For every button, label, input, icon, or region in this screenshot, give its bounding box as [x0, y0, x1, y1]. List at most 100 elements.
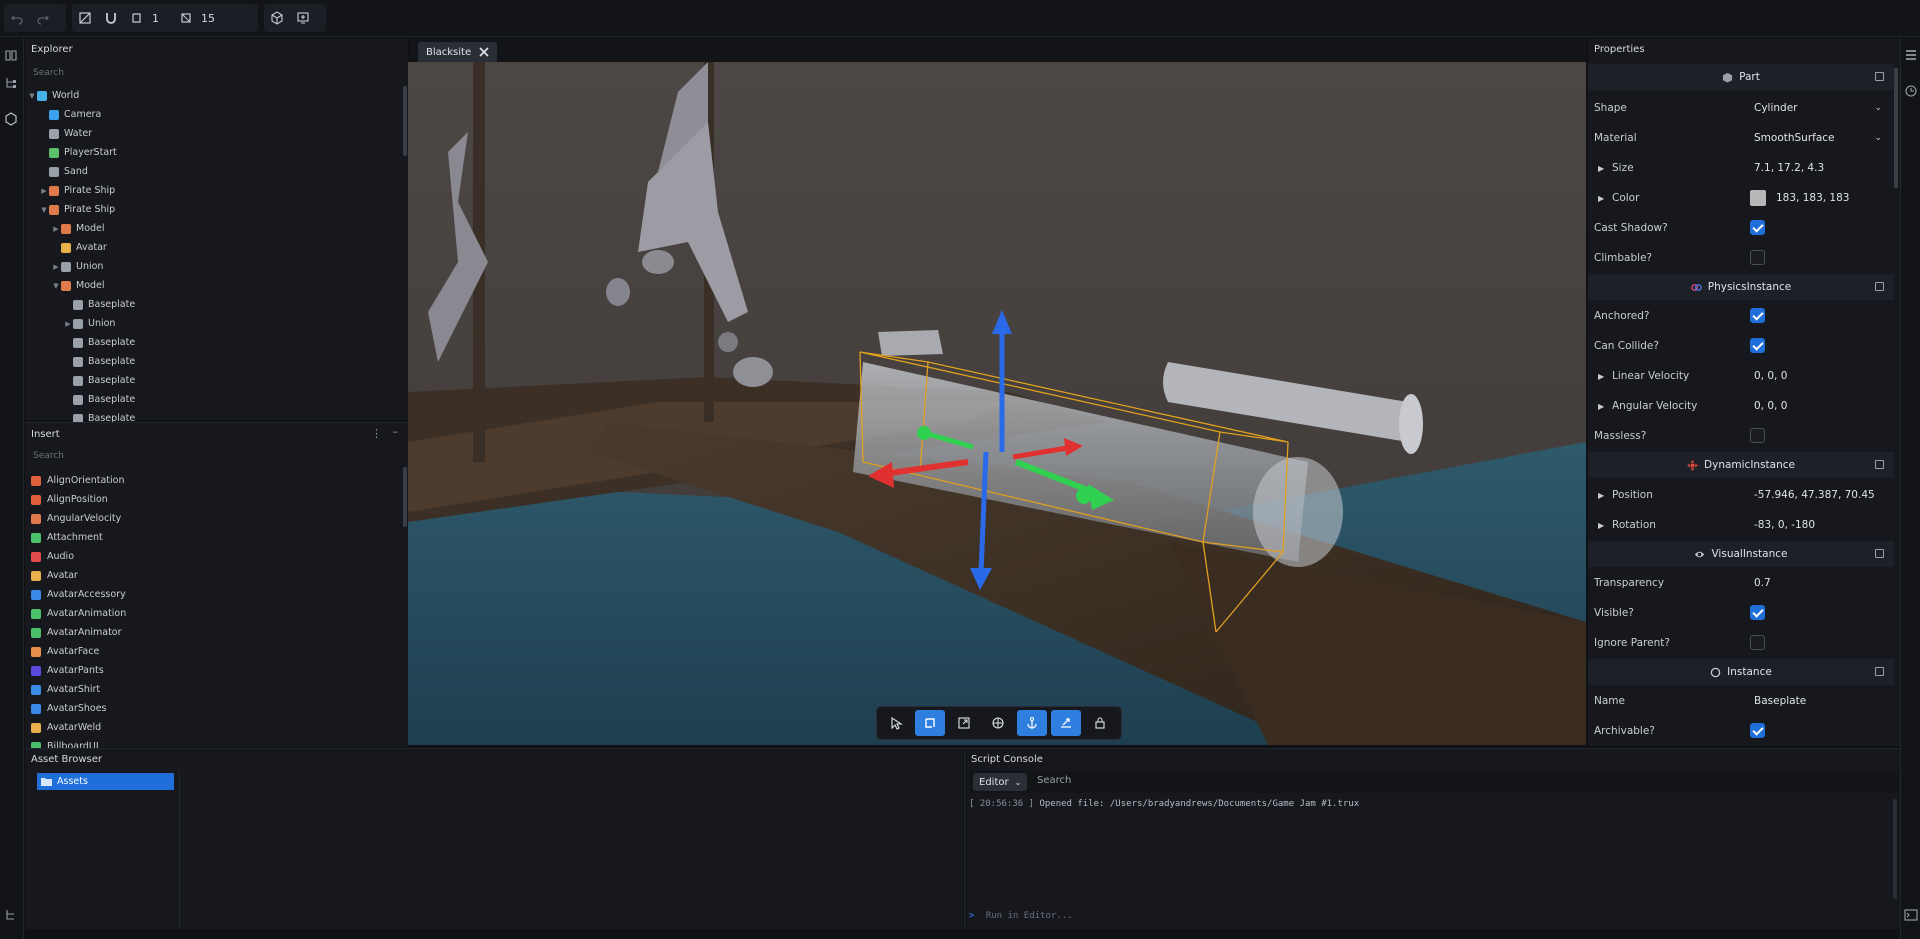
chevron-right-icon[interactable]: ▶	[51, 263, 61, 271]
tree-item[interactable]: Sand	[25, 162, 401, 181]
ignore-parent-checkbox[interactable]	[1750, 635, 1765, 650]
console-search-input[interactable]: Search	[1037, 775, 1071, 786]
section-visual[interactable]: VisualInstance	[1588, 541, 1894, 567]
explorer-search-input[interactable]: Search	[33, 68, 64, 78]
move-increment-button[interactable]	[124, 5, 150, 31]
insert-item[interactable]: AvatarShirt	[31, 680, 126, 699]
rotate-increment-button[interactable]	[173, 5, 199, 31]
explorer-scrollbar[interactable]	[403, 86, 407, 156]
select-tool-button[interactable]	[881, 710, 911, 736]
close-icon[interactable]	[479, 47, 489, 57]
tree-item[interactable]: Camera	[25, 105, 401, 124]
tree-item[interactable]: Water	[25, 124, 401, 143]
anchored-checkbox[interactable]	[1750, 308, 1765, 323]
prop-name-value[interactable]: Baseplate	[1754, 695, 1806, 707]
chevron-down-icon[interactable]: ▼	[27, 92, 37, 100]
visible-checkbox[interactable]	[1750, 605, 1765, 620]
lock-tool-button[interactable]	[1085, 710, 1115, 736]
prop-cast-shadow[interactable]: Cast Shadow?	[1588, 213, 1894, 243]
console-scrollbar[interactable]	[1893, 799, 1897, 899]
insert-item[interactable]: AlignOrientation	[31, 471, 126, 490]
chevron-down-icon[interactable]: ⌄	[1874, 133, 1882, 143]
expand-arrow-icon[interactable]: ▶	[1598, 521, 1604, 530]
section-part[interactable]: Part	[1588, 64, 1894, 90]
3d-viewport[interactable]	[408, 62, 1586, 745]
insert-item[interactable]: Avatar	[31, 566, 126, 585]
insert-item[interactable]: AvatarAccessory	[31, 585, 126, 604]
tree-item[interactable]: Baseplate	[25, 352, 401, 371]
tree-item[interactable]: ▼ World	[25, 86, 401, 105]
chevron-down-icon[interactable]: ⌄	[1874, 103, 1882, 113]
prop-linear-velocity-value[interactable]: 0, 0, 0	[1754, 370, 1787, 382]
prop-visible[interactable]: Visible?	[1588, 598, 1894, 628]
chevron-right-icon[interactable]: ▶	[39, 187, 49, 195]
anchor-tool-button[interactable]	[1017, 710, 1047, 736]
expand-arrow-icon[interactable]: ▶	[1598, 194, 1604, 203]
insert-search-input[interactable]: Search	[33, 451, 64, 461]
tree-item[interactable]: ▶ Union	[25, 314, 401, 333]
insert-part-button[interactable]	[264, 5, 290, 31]
insert-item[interactable]: AvatarWeld	[31, 718, 126, 737]
prop-name[interactable]: Name Baseplate	[1588, 686, 1894, 716]
console-panel-toggle[interactable]	[1904, 908, 1918, 925]
prop-ignore-parent[interactable]: Ignore Parent?	[1588, 628, 1894, 658]
prop-climbable[interactable]: Climbable?	[1588, 243, 1894, 273]
chevron-down-icon[interactable]: ▼	[39, 206, 49, 214]
chevron-right-icon[interactable]: ▶	[63, 320, 73, 328]
tree-item[interactable]: Baseplate	[25, 295, 401, 314]
chevron-right-icon[interactable]: ▶	[51, 225, 61, 233]
prop-material-value[interactable]: SmoothSurface	[1754, 132, 1835, 144]
archivable-checkbox[interactable]	[1750, 723, 1765, 738]
prop-rotation-value[interactable]: -83, 0, -180	[1754, 519, 1815, 531]
expand-arrow-icon[interactable]: ▶	[1598, 372, 1604, 381]
insert-more-icon[interactable]: ⋮	[371, 427, 382, 440]
prop-angular-velocity[interactable]: ▶ Angular Velocity 0, 0, 0	[1588, 391, 1894, 421]
prop-massless[interactable]: Massless?	[1588, 421, 1894, 451]
insert-model-button[interactable]	[290, 5, 316, 31]
tree-item[interactable]: ▼ Pirate Ship	[25, 200, 401, 219]
tree-item[interactable]: ▼ Model	[25, 276, 401, 295]
bottom-hierarchy-toggle[interactable]	[4, 908, 18, 925]
insert-item[interactable]: AvatarPants	[31, 661, 126, 680]
pin-icon[interactable]	[1875, 282, 1884, 291]
insert-item[interactable]: AlignPosition	[31, 490, 126, 509]
prop-angular-velocity-value[interactable]: 0, 0, 0	[1754, 400, 1787, 412]
rotate-tool-button[interactable]	[983, 710, 1013, 736]
explorer-panel-toggle[interactable]	[4, 48, 18, 65]
tree-item[interactable]: PlayerStart	[25, 143, 401, 162]
massless-checkbox[interactable]	[1750, 428, 1765, 443]
prop-shape-value[interactable]: Cylinder	[1754, 102, 1797, 114]
magnet-button[interactable]	[98, 5, 124, 31]
tree-item[interactable]: Baseplate	[25, 371, 401, 390]
history-panel-toggle[interactable]	[1904, 84, 1918, 101]
prop-color-value[interactable]: 183, 183, 183	[1776, 192, 1849, 204]
color-swatch[interactable]	[1750, 190, 1766, 206]
prop-shape[interactable]: Shape Cylinder ⌄	[1588, 93, 1894, 123]
pin-icon[interactable]	[1875, 460, 1884, 469]
insert-item[interactable]: AvatarAnimation	[31, 604, 126, 623]
collision-tool-button[interactable]	[1051, 710, 1081, 736]
undo-button[interactable]	[4, 5, 30, 31]
console-command-input[interactable]: > Run in Editor...	[969, 911, 1073, 921]
insert-item[interactable]: Attachment	[31, 528, 126, 547]
section-physics[interactable]: PhysicsInstance	[1588, 274, 1894, 300]
prop-size[interactable]: ▶ Size 7.1, 17.2, 4.3	[1588, 153, 1894, 183]
prop-transparency[interactable]: Transparency 0.7	[1588, 568, 1894, 598]
prop-linear-velocity[interactable]: ▶ Linear Velocity 0, 0, 0	[1588, 361, 1894, 391]
prop-position-value[interactable]: -57.946, 47.387, 70.45	[1754, 489, 1875, 501]
prop-rotation[interactable]: ▶ Rotation -83, 0, -180	[1588, 510, 1894, 540]
insert-item[interactable]: AvatarAnimator	[31, 623, 126, 642]
pin-icon[interactable]	[1875, 667, 1884, 676]
rotate-increment-value[interactable]: 15	[201, 12, 215, 25]
cast-shadow-checkbox[interactable]	[1750, 220, 1765, 235]
tree-item[interactable]: Avatar	[25, 238, 401, 257]
move-tool-button[interactable]	[915, 710, 945, 736]
prop-material[interactable]: Material SmoothSurface ⌄	[1588, 123, 1894, 153]
pin-icon[interactable]	[1875, 549, 1884, 558]
tab-blacksite[interactable]: Blacksite	[418, 42, 498, 62]
tree-item[interactable]: Baseplate	[25, 390, 401, 409]
climbable-checkbox[interactable]	[1750, 250, 1765, 265]
insert-collapse-icon[interactable]: –	[393, 425, 399, 438]
insert-scrollbar[interactable]	[403, 467, 407, 527]
redo-button[interactable]	[30, 5, 56, 31]
